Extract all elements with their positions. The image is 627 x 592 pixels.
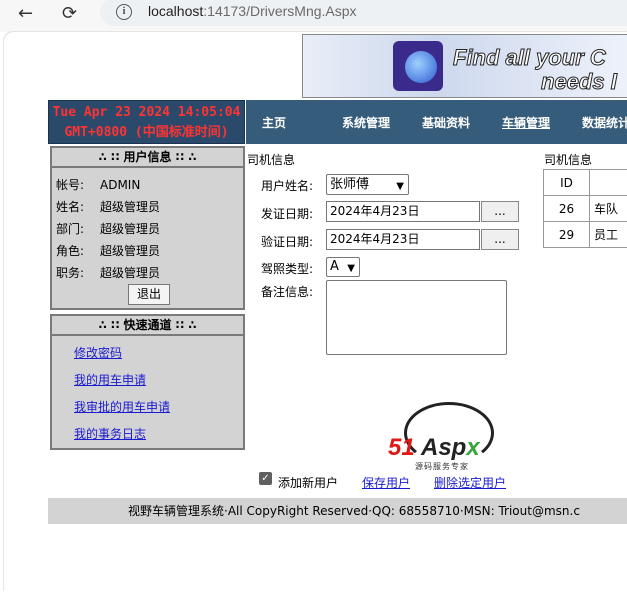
- reload-icon[interactable]: ⟳: [62, 3, 77, 24]
- url-host: localhost: [148, 3, 203, 19]
- url-path: :14173/DriversMng.Aspx: [203, 3, 356, 19]
- note-label: 备注信息:: [261, 283, 313, 300]
- department-label: 部门:: [56, 220, 100, 237]
- clock-timezone: GMT+0800 (中国标准时间): [49, 123, 244, 143]
- account-label: 帐号:: [56, 176, 100, 193]
- position-label: 职务:: [56, 264, 100, 281]
- username-select[interactable]: 张师傅 ▼: [326, 174, 409, 195]
- nav-system[interactable]: 系统管理: [342, 114, 390, 131]
- note-textarea[interactable]: [326, 280, 507, 355]
- table-row[interactable]: 26 车队: [544, 196, 627, 222]
- license-type-select[interactable]: A ▼: [326, 257, 360, 277]
- user-info-panel: ∴ ∷ 用户信息 ∷ ∴ 帐号:ADMIN 姓名:超级管理员 部门:超级管理员 …: [50, 146, 245, 310]
- username-value: 张师傅: [330, 177, 369, 192]
- nav-home[interactable]: 主页: [262, 114, 286, 131]
- issue-date-picker-button[interactable]: ...: [481, 201, 519, 222]
- banner-ad: Find all your C needs I: [302, 34, 627, 98]
- name-label: 姓名:: [56, 198, 100, 215]
- computer-globe-icon: [393, 41, 443, 91]
- column-header-id: ID: [544, 170, 590, 196]
- user-row-account: 帐号:ADMIN: [56, 176, 140, 193]
- name-value: 超级管理员: [100, 200, 160, 214]
- nav-statistics[interactable]: 数据统计: [582, 114, 627, 131]
- driver-id-cell: 26: [544, 196, 590, 222]
- banner-line-2: needs I: [541, 69, 617, 95]
- user-row-position: 职务:超级管理员: [56, 264, 160, 281]
- driver-id-cell: 29: [544, 222, 590, 248]
- table-row[interactable]: 29 员工: [544, 222, 627, 248]
- table-header-row: ID: [544, 170, 627, 196]
- save-user-link[interactable]: 保存用户: [362, 474, 410, 491]
- verify-date-label: 验证日期:: [261, 233, 313, 250]
- logo-51: 51: [388, 434, 415, 462]
- issue-date-label: 发证日期:: [261, 205, 313, 222]
- license-type-value: A: [330, 259, 339, 274]
- add-new-user-checkbox[interactable]: ✓: [259, 472, 272, 485]
- link-my-activity-log[interactable]: 我的事务日志: [74, 425, 146, 442]
- logo-aspx: Aspx: [421, 434, 480, 462]
- form-section-title: 司机信息: [247, 151, 295, 168]
- browser-toolbar: ← ⟳ i localhost:14173/DriversMng.Aspx: [0, 0, 627, 32]
- logout-button[interactable]: 退出: [128, 284, 170, 305]
- driver-list-table: ID 26 车队 29 员工: [543, 169, 627, 248]
- clock-display: Tue Apr 23 2024 14:05:04 GMT+0800 (中国标准时…: [48, 100, 245, 144]
- position-value: 超级管理员: [100, 266, 160, 280]
- user-row-name: 姓名:超级管理员: [56, 198, 160, 215]
- verify-date-picker-button[interactable]: ...: [481, 229, 519, 250]
- department-value: 超级管理员: [100, 222, 160, 236]
- site-info-icon[interactable]: i: [116, 4, 132, 20]
- logo-asp: Asp: [421, 434, 466, 461]
- user-row-role: 角色:超级管理员: [56, 242, 160, 259]
- account-value: ADMIN: [100, 178, 140, 192]
- user-row-department: 部门:超级管理员: [56, 220, 160, 237]
- logo-subtitle: 源码服务专家: [415, 461, 469, 472]
- link-change-password[interactable]: 修改密码: [74, 344, 122, 361]
- driver-list-title: 司机信息: [544, 151, 592, 168]
- user-info-title: ∴ ∷ 用户信息 ∷ ∴: [52, 148, 243, 168]
- chevron-down-icon: ▼: [396, 177, 404, 195]
- driver-type-cell: 车队: [590, 196, 627, 222]
- main-nav: 主页 系统管理 基础资料 车辆管理 数据统计: [246, 100, 627, 144]
- column-header-type: [590, 170, 627, 196]
- back-arrow-icon[interactable]: ←: [18, 3, 33, 24]
- add-new-user-label: 添加新用户: [278, 474, 338, 491]
- license-type-label: 驾照类型:: [261, 260, 313, 277]
- username-label: 用户姓名:: [261, 177, 313, 194]
- banner-line-1: Find all your C: [453, 45, 606, 71]
- nav-basic-data[interactable]: 基础资料: [422, 114, 470, 131]
- issue-date-input[interactable]: 2024年4月23日: [326, 201, 480, 222]
- driver-type-cell: 员工: [590, 222, 627, 248]
- clock-date: Tue Apr 23 2024 14:05:04: [49, 103, 244, 123]
- address-bar[interactable]: i localhost:14173/DriversMng.Aspx: [100, 0, 627, 26]
- delete-selected-users-link[interactable]: 删除选定用户: [434, 474, 506, 491]
- url-text: localhost:14173/DriversMng.Aspx: [148, 3, 357, 19]
- role-label: 角色:: [56, 242, 100, 259]
- role-value: 超级管理员: [100, 244, 160, 258]
- link-my-vehicle-requests[interactable]: 我的用车申请: [74, 371, 146, 388]
- nav-vehicle[interactable]: 车辆管理: [502, 114, 550, 131]
- verify-date-input[interactable]: 2024年4月23日: [326, 229, 480, 250]
- link-approved-requests[interactable]: 我审批的用车申请: [74, 398, 170, 415]
- quick-access-title: ∴ ∷ 快速通道 ∷ ∴: [52, 316, 243, 336]
- page-footer: 视野车辆管理系统·All CopyRight Reserved·QQ: 6855…: [48, 498, 627, 524]
- quick-access-panel: ∴ ∷ 快速通道 ∷ ∴ 修改密码 我的用车申请 我审批的用车申请 我的事务日志: [50, 314, 245, 450]
- chevron-down-icon: ▼: [347, 260, 355, 277]
- logo-x: x: [466, 434, 479, 461]
